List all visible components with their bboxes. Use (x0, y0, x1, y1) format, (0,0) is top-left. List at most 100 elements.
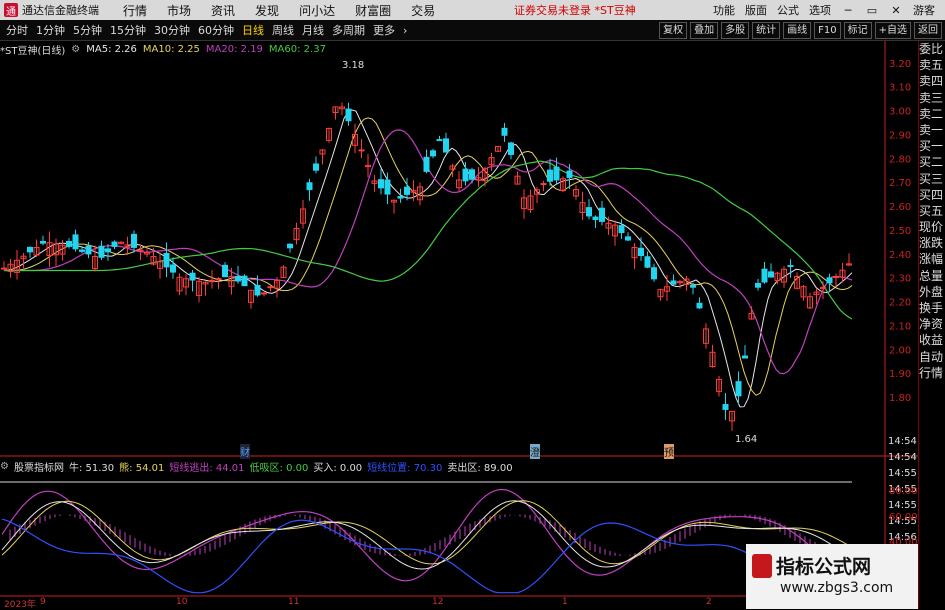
watermark-logo-icon (752, 554, 772, 578)
date-label-feb: 2 (706, 597, 712, 607)
marker-finance[interactable]: 财 (240, 444, 250, 459)
candle-body (111, 241, 118, 247)
candle-body (235, 275, 241, 282)
sidebar-item[interactable]: 涨跌 (919, 235, 945, 251)
indicator-line-purple (1, 488, 851, 582)
candle-body (508, 142, 514, 155)
sidebar-item[interactable]: 卖五 (919, 57, 945, 73)
indicator-settings-icon[interactable]: ⚙ (0, 461, 9, 472)
price-tick-label: 2.20 (889, 298, 911, 309)
marker-forecast[interactable]: 预 (664, 444, 674, 459)
candle-body (105, 248, 111, 253)
candle-body (761, 268, 768, 283)
candle-body (553, 166, 560, 181)
candle-body (79, 249, 85, 252)
candle-body (85, 245, 92, 255)
candle-body (189, 272, 196, 281)
price-tick-label: 2.40 (889, 250, 911, 261)
candle-body (313, 163, 319, 171)
candle-body (735, 381, 742, 397)
candle-body (430, 150, 436, 157)
price-tick-label: 2.30 (889, 274, 911, 285)
candle-body (462, 168, 469, 182)
sidebar-item[interactable]: 涨幅 (919, 251, 945, 267)
watermark-title: 指标公式网 (776, 556, 872, 578)
candle-body (566, 170, 573, 178)
sidebar-item[interactable]: 买四 (919, 187, 945, 203)
sidebar-item[interactable]: 卖四 (919, 73, 945, 89)
candle-body (241, 275, 248, 287)
candle-body (599, 207, 605, 222)
candle-body (618, 225, 625, 234)
price-tick-label: 2.70 (889, 178, 911, 189)
date-label-year: 2023年 (4, 600, 36, 610)
time-tick-label: 14:55 (888, 500, 917, 511)
candle-body (625, 236, 631, 241)
sidebar-item[interactable]: 现价 (919, 219, 945, 235)
indicator-tick-label: 80.00 (889, 486, 918, 497)
quote-sidebar: 委比 卖五 卖四 卖三 卖二 卖一 买一 买二 买三 买四 买五 现价 涨跌 涨幅 总量 外盘 换手 净资 收益 自动… (918, 41, 945, 609)
candle-body (755, 282, 761, 288)
price-tick-label: 2.90 (889, 130, 911, 141)
candle-body (163, 252, 170, 268)
sidebar-item[interactable]: 买一 (919, 138, 945, 154)
candle-body (638, 247, 644, 257)
indicator-line-blue (1, 518, 851, 594)
candle-body (547, 169, 553, 182)
time-tick-label: 14:54 (888, 436, 917, 447)
price-tick-label: 2.60 (889, 202, 911, 213)
watermark: 指标公式网 www.zbgs3.com (746, 544, 918, 609)
marker-clarify[interactable]: 澄 (530, 444, 540, 459)
candle-body (267, 286, 274, 289)
candle-body (66, 240, 72, 247)
candle-body (423, 156, 430, 172)
price-tick-label: 2.80 (889, 154, 911, 165)
candle-body (1, 267, 7, 270)
candle-body (131, 233, 137, 248)
candle-body (215, 278, 222, 281)
high-label: 3.18 (342, 60, 365, 71)
sidebar-item[interactable]: 买五 (919, 203, 945, 219)
candle-body (501, 127, 508, 136)
sidebar-item[interactable]: 收益 (919, 332, 945, 348)
price-tick-label: 3.00 (889, 107, 911, 118)
candle-body (644, 256, 651, 268)
candle-body (696, 302, 703, 309)
candle-body (397, 196, 404, 199)
candle-body (787, 265, 794, 268)
sidebar-item[interactable]: 买二 (919, 154, 945, 170)
sidebar-item[interactable]: 自动 (919, 349, 945, 365)
indicator-low-zone: 低吸区: 0.00 (249, 462, 309, 474)
candle-body (826, 277, 833, 284)
date-label-jan: 1 (562, 597, 568, 607)
candle-body (98, 245, 105, 258)
sidebar-item[interactable]: 换手 (919, 300, 945, 316)
candle-body (651, 267, 657, 280)
date-label-oct: 10 (176, 597, 188, 607)
date-label-sep: 9 (40, 597, 46, 607)
candle-body (40, 240, 46, 244)
candle-body (384, 179, 391, 195)
candle-body (690, 284, 696, 288)
sidebar-item[interactable]: 总量 (919, 268, 945, 284)
candle-body (222, 264, 228, 278)
candle-body (261, 292, 267, 295)
sidebar-item[interactable]: 卖二 (919, 106, 945, 122)
sidebar-item[interactable]: 委比 (919, 41, 945, 57)
price-tick-label: 2.00 (889, 345, 911, 356)
back-button[interactable]: 返回 (914, 21, 942, 39)
candle-body (592, 216, 599, 221)
candle-body (287, 243, 293, 249)
candle-body (345, 108, 352, 122)
sidebar-item[interactable]: 卖一 (919, 122, 945, 138)
sidebar-item[interactable]: 行情 (919, 365, 945, 381)
time-tick-label: 14:55 (888, 468, 917, 479)
kline-chart[interactable]: 3.20 3.10 3.00 2.90 2.80 2.70 2.60 2.50 2.40 2.30… (0, 0, 918, 609)
sidebar-item[interactable]: 外盘 (919, 284, 945, 300)
sidebar-item[interactable]: 卖三 (919, 90, 945, 106)
sidebar-item[interactable]: 净资 (919, 316, 945, 332)
candle-body (670, 280, 677, 285)
candle-body (254, 284, 261, 296)
sidebar-item[interactable]: 买三 (919, 171, 945, 187)
indicator-name: 股票指标网 (13, 462, 64, 474)
